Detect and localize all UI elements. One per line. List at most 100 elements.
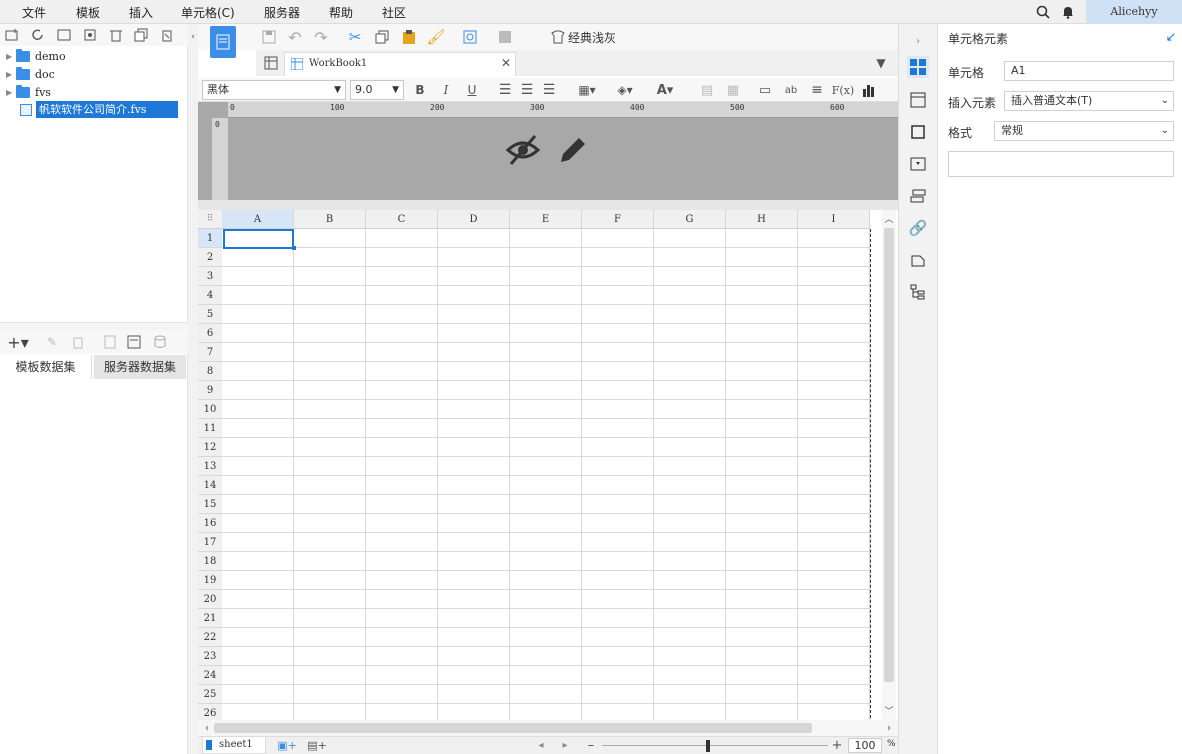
row-header-20[interactable]: 20 [198,590,222,609]
row-header-2[interactable]: 2 [198,248,222,267]
style-icon[interactable] [908,122,928,142]
row-header-23[interactable]: 23 [198,647,222,666]
sheet-tab-sheet1[interactable]: sheet1 [202,737,266,754]
column-header-g[interactable]: G [654,210,726,229]
tab-workbook1[interactable]: WorkBook1 ✕ [284,52,516,76]
row-header-17[interactable]: 17 [198,533,222,552]
border-icon[interactable]: ▦▾ [572,81,602,99]
zoom-input[interactable]: 100 [848,738,882,753]
clear-icon[interactable] [159,27,175,43]
tree-item-doc[interactable]: ▶ doc [6,66,55,83]
save-icon[interactable] [260,28,278,46]
scroll-left-icon[interactable]: ‹ [202,722,212,734]
hyperlink-icon[interactable]: 🔗 [908,218,928,238]
column-header-i[interactable]: I [798,210,870,229]
fill-handle[interactable] [292,246,296,250]
add-icon[interactable]: +▾ [6,333,30,352]
refresh-icon[interactable] [30,27,46,43]
rich-text-icon[interactable]: ≡ [808,81,826,99]
cell-area[interactable] [222,229,870,720]
cell-attribute-icon[interactable] [908,90,928,110]
row-header-9[interactable]: 9 [198,381,222,400]
paste-icon[interactable] [400,28,418,46]
row-header-18[interactable]: 18 [198,552,222,571]
menu-template[interactable]: 模板 [76,4,100,21]
cell-element-icon[interactable] [907,56,929,78]
cell-field[interactable]: A1 [1004,61,1174,81]
database-icon[interactable] [152,334,168,350]
left-collapse-strip[interactable]: ‹ [188,24,198,754]
tree-structure-icon[interactable] [908,282,928,302]
row-header-25[interactable]: 25 [198,685,222,704]
grid-view-icon[interactable] [262,54,280,72]
insert-element-select[interactable]: 插入普通文本(T) ⌄ [1004,91,1174,111]
format-brush-icon[interactable]: 🖌 [426,28,445,46]
template-designer-icon[interactable] [210,26,236,58]
row-header-22[interactable]: 22 [198,628,222,647]
search-icon[interactable] [1035,4,1051,20]
user-badge[interactable]: Alicehyy [1086,0,1182,24]
tree-item-demo[interactable]: ▶ demo [6,48,66,65]
row-header-10[interactable]: 10 [198,400,222,419]
dataset-edit-icon[interactable] [126,334,142,350]
text-icon[interactable]: ab [782,81,800,99]
font-color-icon[interactable]: A▾ [650,81,680,99]
column-header-a[interactable]: A [222,210,294,229]
expand-arrow-icon[interactable]: ▶ [6,88,16,97]
row-header-21[interactable]: 21 [198,609,222,628]
cut-icon[interactable]: ✂ [346,28,364,46]
collapse-left-icon[interactable]: ‹ [189,32,197,42]
row-header-1[interactable]: 1 [198,229,222,248]
scroll-thumb[interactable] [884,228,894,682]
align-right-icon[interactable]: ☰ [540,81,558,99]
scroll-right-icon[interactable]: › [884,722,894,734]
scroll-thumb-h[interactable] [214,723,812,733]
bold-icon[interactable]: B [412,81,428,99]
row-header-26[interactable]: 26 [198,704,222,720]
zoom-in-icon[interactable]: + [830,737,844,753]
align-center-icon[interactable]: ☰ [518,81,536,99]
edit-icon[interactable]: ✎ [44,334,60,350]
expand-right-icon[interactable]: › [911,34,925,48]
row-header-24[interactable]: 24 [198,666,222,685]
row-header-7[interactable]: 7 [198,343,222,362]
preview-icon[interactable] [102,334,118,350]
row-header-11[interactable]: 11 [198,419,222,438]
menu-community[interactable]: 社区 [382,4,406,21]
select-all-corner[interactable]: ⠿ [198,210,222,229]
formula-icon[interactable]: F(x) [832,81,854,99]
event-icon[interactable] [908,250,928,270]
column-header-e[interactable]: E [510,210,582,229]
fill-color-icon[interactable]: ◈▾ [610,81,640,99]
image-icon[interactable] [496,28,514,46]
row-header-4[interactable]: 4 [198,286,222,305]
row-header-3[interactable]: 3 [198,267,222,286]
vertical-scrollbar[interactable]: ︿ ﹀ [882,210,896,720]
column-header-d[interactable]: D [438,210,510,229]
font-size-select[interactable]: 9.0 ▼ [350,80,404,100]
delete-icon[interactable] [108,27,124,43]
zoom-out-icon[interactable]: – [584,737,598,753]
column-header-c[interactable]: C [366,210,438,229]
bell-icon[interactable] [1060,4,1076,20]
horizontal-scrollbar[interactable]: ‹ › [198,720,898,736]
zoom-slider-thumb[interactable] [706,740,710,752]
sheet-prev-icon[interactable]: ◂ [536,738,546,752]
add-poly-sheet-icon[interactable]: ▤+ [306,738,328,752]
column-header-b[interactable]: B [294,210,366,229]
copy-icon[interactable] [373,28,391,46]
pin-icon[interactable]: ↙ [1164,30,1178,45]
undo-icon[interactable]: ↶ [286,28,304,47]
trash-icon[interactable] [70,334,86,350]
insert-row-icon[interactable]: ▭ [756,81,774,99]
copy-icon[interactable] [133,27,149,43]
column-header-h[interactable]: H [726,210,798,229]
row-header-14[interactable]: 14 [198,476,222,495]
tab-server-dataset[interactable]: 服务器数据集 [94,355,186,379]
tree-item-fvs-file[interactable]: 帆软软件公司简介.fvs [20,101,178,118]
selected-cell-a1[interactable] [223,229,294,249]
add-sheet-icon[interactable]: ▣+ [276,738,298,752]
row-header-16[interactable]: 16 [198,514,222,533]
condition-icon[interactable] [908,186,928,206]
zoom-slider-track[interactable] [602,745,828,746]
